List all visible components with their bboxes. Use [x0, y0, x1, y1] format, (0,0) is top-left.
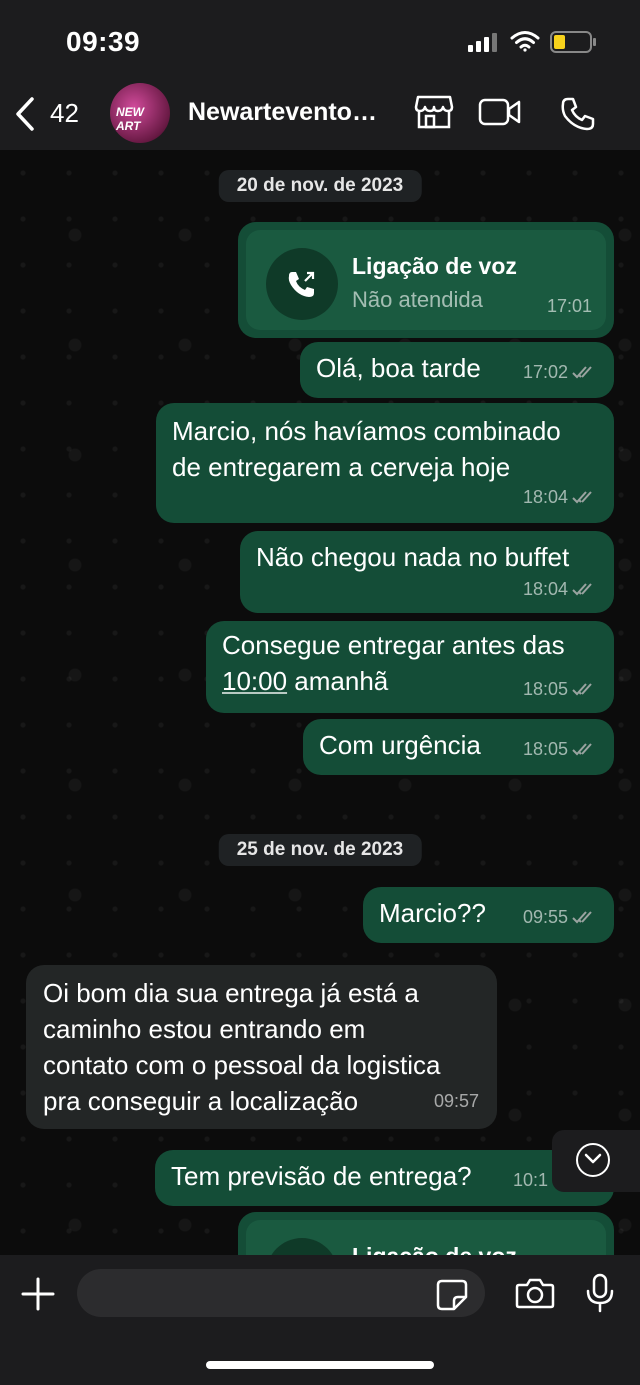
avatar[interactable]: NEW ART: [110, 83, 170, 143]
message-text: amanhã: [287, 666, 389, 696]
missed-call-bubble[interactable]: Ligação de voz Não atendida 17:01: [238, 222, 614, 338]
chevron-down-icon: [576, 1143, 610, 1177]
message-bubble[interactable]: Com urgência 18:05: [303, 719, 614, 775]
message-text: Com urgência: [319, 730, 481, 760]
message-bubble[interactable]: Marcio, nós havíamos combinado de entreg…: [156, 403, 614, 523]
sticker-icon[interactable]: [436, 1279, 468, 1311]
message-text: caminho estou entrando em: [43, 1014, 366, 1044]
date-separator: 20 de nov. de 2023: [218, 170, 422, 202]
chat-area[interactable]: 20 de nov. de 2023 Ligação de voz Não at…: [0, 150, 640, 1255]
back-chevron-icon[interactable]: [12, 94, 38, 134]
message-text: contato com o pessoal da logistica: [43, 1050, 441, 1080]
message-meta: 09:57: [434, 1083, 479, 1119]
time-label: 18:05: [522, 739, 568, 759]
time-label: 18:05: [522, 679, 568, 699]
message-input[interactable]: [77, 1269, 485, 1317]
message-bubble[interactable]: Marcio?? 09:55: [363, 887, 614, 943]
read-ticks-icon: [572, 911, 592, 924]
message-meta: 18:05: [523, 731, 598, 767]
message-bubble[interactable]: Olá, boa tarde 17:02: [300, 342, 614, 398]
time-label: 10:1: [513, 1170, 549, 1190]
time-label: 09:55: [522, 907, 568, 927]
call-bubble[interactable]: Ligação de voz: [238, 1212, 614, 1255]
time-label: 17:01: [546, 296, 592, 316]
unread-count[interactable]: 42: [50, 98, 79, 129]
read-ticks-icon: [572, 491, 592, 504]
voice-call-icon[interactable]: [560, 96, 596, 132]
message-text: pra conseguir a localização: [43, 1086, 359, 1116]
time-link[interactable]: 10:00: [222, 666, 287, 696]
read-ticks-icon: [572, 683, 592, 696]
message-text: de entregarem a cerveja hoje: [172, 452, 511, 482]
read-ticks-icon: [572, 366, 592, 379]
call-card: Ligação de voz Não atendida 17:01: [246, 230, 606, 330]
time-label: 09:57: [433, 1091, 479, 1111]
message-text: Não chegou nada no buffet: [256, 542, 570, 572]
chat-title[interactable]: Newartevento…: [188, 98, 388, 127]
message-text-line: 10:00 amanhã: [222, 663, 388, 699]
status-bar: 09:39: [0, 0, 640, 80]
scroll-to-bottom-button[interactable]: [552, 1130, 640, 1192]
message-text: Marcio, nós havíamos combinado: [172, 416, 561, 446]
message-text: Consegue entregar antes das: [222, 630, 565, 660]
message-bubble[interactable]: Não chegou nada no buffet 18:04: [240, 531, 614, 613]
message-meta: 10:1: [513, 1162, 548, 1198]
avatar-logo-text: NEW ART: [116, 105, 144, 133]
message-text: Olá, boa tarde: [316, 353, 481, 383]
incoming-message-bubble[interactable]: Oi bom dia sua entrega já está a caminho…: [26, 965, 497, 1129]
status-time: 09:39: [66, 26, 141, 57]
home-indicator[interactable]: [206, 1361, 434, 1369]
time-label: 17:02: [522, 362, 568, 382]
plus-icon[interactable]: [20, 1276, 56, 1312]
video-call-icon[interactable]: [478, 97, 522, 127]
message-text: Marcio??: [379, 898, 486, 928]
store-icon[interactable]: [414, 94, 454, 130]
battery-icon: [550, 31, 596, 53]
call-icon-circle: [266, 1238, 338, 1255]
message-bubble[interactable]: Consegue entregar antes das 10:00 amanhã…: [206, 621, 614, 713]
microphone-icon[interactable]: [585, 1273, 615, 1313]
outgoing-call-icon: [288, 271, 315, 297]
time-label: 18:04: [522, 579, 568, 599]
time-label: 18:04: [522, 487, 568, 507]
chat-header: 42 NEW ART Newartevento…: [0, 80, 640, 150]
wifi-icon: [510, 31, 540, 52]
call-title: Ligação de voz: [352, 1238, 517, 1255]
message-meta: 18:04: [523, 571, 598, 607]
message-meta: 18:05: [523, 671, 598, 707]
call-title: Ligação de voz: [352, 253, 517, 279]
read-ticks-icon: [572, 743, 592, 756]
message-time: 17:01: [547, 288, 592, 324]
message-bubble[interactable]: Tem previsão de entrega? 10:1: [155, 1150, 614, 1206]
call-status: Não atendida: [352, 287, 483, 312]
message-meta: 17:02: [523, 354, 598, 390]
call-card: Ligação de voz: [246, 1220, 606, 1255]
message-text: Oi bom dia sua entrega já está a: [43, 978, 419, 1008]
cellular-signal-icon: [468, 33, 497, 52]
read-ticks-icon: [572, 583, 592, 596]
message-text: Tem previsão de entrega?: [171, 1161, 472, 1191]
message-meta: 18:04: [523, 479, 598, 515]
camera-icon[interactable]: [515, 1277, 555, 1309]
call-icon-circle: [266, 248, 338, 320]
date-separator: 25 de nov. de 2023: [218, 834, 422, 866]
message-meta: 09:55: [523, 899, 598, 935]
